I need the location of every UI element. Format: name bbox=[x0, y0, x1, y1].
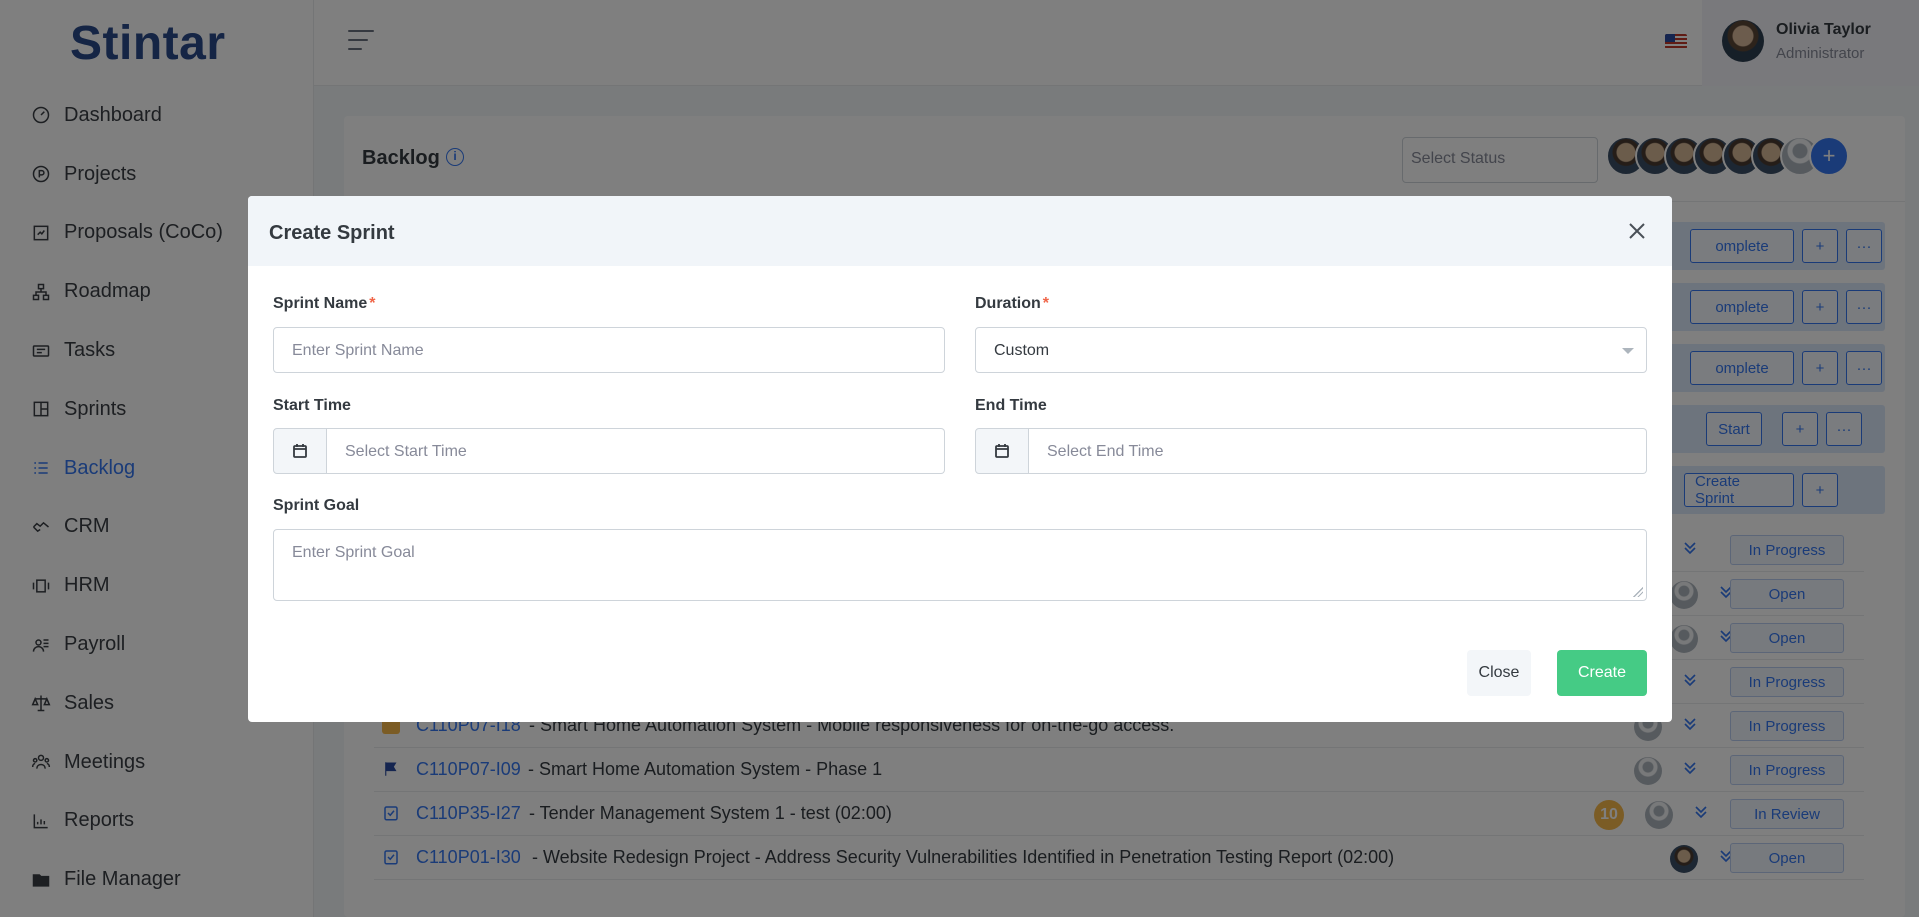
sprint-name-input[interactable]: Enter Sprint Name bbox=[273, 327, 945, 373]
duration-value: Custom bbox=[994, 342, 1050, 359]
modal-header: Create Sprint bbox=[248, 196, 1672, 266]
start-time-input[interactable]: Select Start Time bbox=[327, 428, 945, 474]
close-icon[interactable] bbox=[1624, 218, 1650, 244]
duration-label: Duration * bbox=[975, 295, 1049, 313]
calendar-icon[interactable] bbox=[273, 428, 327, 474]
label-text: Sprint Name bbox=[273, 295, 368, 312]
create-sprint-modal: Create Sprint Sprint Name * Enter Sprint … bbox=[248, 196, 1672, 722]
required-mark: * bbox=[369, 295, 376, 312]
calendar-icon[interactable] bbox=[975, 428, 1029, 474]
start-time-label: Start Time bbox=[273, 397, 351, 414]
duration-select[interactable]: Custom bbox=[975, 327, 1647, 373]
label-text: Duration bbox=[975, 295, 1041, 312]
sprint-goal-label: Sprint Goal bbox=[273, 497, 360, 514]
sprint-goal-textarea[interactable]: Enter Sprint Goal bbox=[273, 529, 1647, 601]
end-time-label: End Time bbox=[975, 397, 1047, 414]
end-time-input[interactable]: Select End Time bbox=[1029, 428, 1647, 474]
resize-handle[interactable] bbox=[1633, 587, 1643, 597]
close-button[interactable]: Close bbox=[1467, 650, 1531, 696]
modal-title: Create Sprint bbox=[269, 222, 395, 244]
sprint-name-label: Sprint Name * bbox=[273, 295, 375, 313]
create-button[interactable]: Create bbox=[1557, 650, 1647, 696]
chevron-down-icon bbox=[1622, 348, 1634, 354]
required-mark: * bbox=[1042, 295, 1050, 312]
sprint-goal-placeholder: Enter Sprint Goal bbox=[292, 544, 415, 561]
